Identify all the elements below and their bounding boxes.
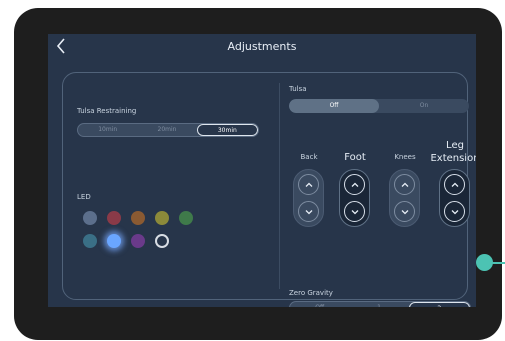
zero-gravity-selector: Off12 xyxy=(289,301,471,307)
chevron-down-icon[interactable] xyxy=(444,201,465,222)
chevron-up-icon[interactable] xyxy=(394,174,415,195)
top-bar: Adjustments xyxy=(48,34,476,64)
led-label: LED xyxy=(77,193,91,201)
led-color-dot[interactable] xyxy=(179,211,193,225)
control-label: Knees xyxy=(394,153,416,161)
restraining-option[interactable]: 20min xyxy=(137,124,196,136)
tulsa-toggle: Off On xyxy=(289,99,469,113)
tulsa-toggle-option[interactable]: On xyxy=(379,99,469,113)
chevron-down-icon[interactable] xyxy=(394,201,415,222)
tablet-screen: Adjustments Tulsa Restraining 10min 20min… xyxy=(48,34,476,307)
chevron-down-icon[interactable] xyxy=(298,201,319,222)
zero-gravity-label: Zero Gravity xyxy=(289,289,333,297)
panel-divider xyxy=(279,83,280,289)
adjust-control xyxy=(293,169,324,227)
restraining-label: Tulsa Restraining xyxy=(77,107,137,115)
settings-panel: Tulsa Restraining 10min 20min 30min LED Tu… xyxy=(62,72,476,307)
tulsa-toggle-option[interactable]: Off xyxy=(289,99,379,113)
chevron-down-icon[interactable] xyxy=(344,201,365,222)
chevron-up-icon[interactable] xyxy=(444,174,465,195)
zero-gravity-option[interactable]: Off xyxy=(290,302,349,307)
callout-dot xyxy=(476,254,493,271)
toggle-label: Tulsa xyxy=(289,85,307,93)
zero-gravity-option[interactable]: 1 xyxy=(349,302,408,307)
control-label: Leg Extension xyxy=(430,140,476,164)
control-label: Back xyxy=(300,153,318,161)
led-color-dot[interactable] xyxy=(107,234,121,248)
led-color-dot[interactable] xyxy=(83,234,97,248)
led-color-dot[interactable] xyxy=(107,211,121,225)
led-color-dot[interactable] xyxy=(83,211,97,225)
chevron-up-icon[interactable] xyxy=(298,174,319,195)
led-color-dot[interactable] xyxy=(155,234,169,248)
led-color-dot[interactable] xyxy=(131,211,145,225)
led-color-dot[interactable] xyxy=(155,211,169,225)
restraining-option[interactable]: 10min xyxy=(78,124,137,136)
chevron-up-icon[interactable] xyxy=(344,174,365,195)
page-title: Adjustments xyxy=(227,40,297,53)
control-label: Foot xyxy=(344,152,366,163)
led-color-dot[interactable] xyxy=(131,234,145,248)
adjust-control xyxy=(439,169,470,227)
restraining-selector: 10min 20min 30min xyxy=(77,123,259,137)
adjust-control xyxy=(389,169,420,227)
zero-gravity-option[interactable]: 2 xyxy=(408,302,470,307)
adjust-control xyxy=(339,169,370,227)
restraining-option[interactable]: 30min xyxy=(196,124,258,136)
